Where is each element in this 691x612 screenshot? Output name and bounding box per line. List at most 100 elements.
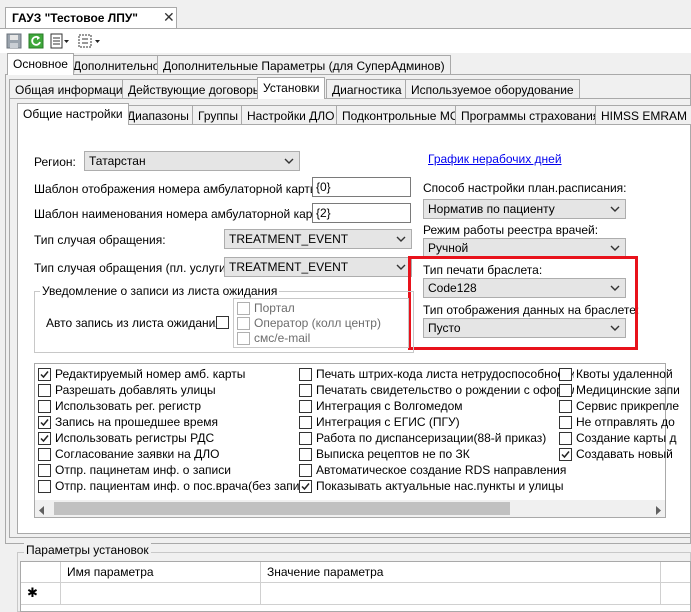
option-label: Сервис прикрепле	[576, 399, 680, 413]
option-checkbox[interactable]	[559, 416, 572, 429]
option-checkbox[interactable]	[559, 368, 572, 381]
region-select[interactable]: Татарстан	[84, 151, 300, 171]
registry-mode-value: Ручной	[428, 241, 469, 255]
row-header-cell	[21, 562, 61, 582]
tab-general-settings[interactable]: Общие настройки	[17, 103, 129, 125]
waitlist-auto-checkbox[interactable]	[216, 316, 229, 329]
scroll-left-icon[interactable]	[38, 504, 46, 518]
tab-ranges[interactable]: Диапазоны	[121, 105, 195, 125]
option-label: Согласование заявки на ДЛО	[55, 447, 220, 461]
option-checkbox[interactable]	[38, 464, 51, 477]
region-value: Татарстан	[89, 154, 146, 168]
document-tab-title: ГАУЗ "Тестовое ЛПУ"	[12, 11, 138, 25]
column-header-value[interactable]: Значение параметра	[261, 562, 661, 582]
new-row[interactable]: ✱	[21, 582, 690, 605]
option-label: Выписка рецептов не по ЗК	[316, 447, 470, 461]
tab-dlo-settings[interactable]: Настройки ДЛО	[241, 105, 341, 125]
option-label: Отпр. пацинетам инф. о записи	[55, 463, 231, 477]
tab-himss-emram[interactable]: HIMSS EMRAM	[595, 105, 691, 125]
option-checkbox[interactable]	[299, 464, 312, 477]
option-checkbox[interactable]	[299, 368, 312, 381]
refresh-icon[interactable]	[28, 33, 44, 49]
tab-insurance-programs[interactable]: Программы страхования	[455, 105, 606, 125]
option-checkbox[interactable]	[38, 480, 51, 493]
export-icon[interactable]	[78, 33, 102, 49]
schedule-method-value: Норматив по пациенту	[428, 202, 555, 216]
option-checkbox[interactable]	[299, 384, 312, 397]
option-label: Создавать новый	[576, 447, 673, 461]
registry-mode-label: Режим работы реестра врачей:	[423, 223, 599, 237]
tab-osnovnoe[interactable]: Основное	[7, 53, 74, 75]
option-label: Редактируемый номер амб. карты	[55, 367, 246, 381]
new-row-marker: ✱	[21, 582, 61, 604]
case-type-paid-select[interactable]: TREATMENT_EVENT	[224, 257, 412, 277]
option-checkbox[interactable]	[559, 384, 572, 397]
option-checkbox[interactable]	[38, 416, 51, 429]
case-type-paid-label: Тип случая обращения (пл. услуги):	[34, 261, 234, 275]
options-scrollbar[interactable]	[35, 500, 665, 517]
chevron-down-icon	[610, 245, 620, 251]
document-tab[interactable]: ГАУЗ "Тестовое ЛПУ" ✕	[5, 7, 177, 29]
case-type-label: Тип случая обращения:	[34, 233, 166, 247]
option-label: Использовать регистры РДС	[55, 431, 215, 445]
waitlist-operator-checkbox[interactable]	[237, 317, 250, 330]
option-checkbox[interactable]	[38, 400, 51, 413]
waitlist-sms-label: смс/e-mail	[254, 331, 311, 345]
card-number-template-label: Шаблон отображения номера амбулаторной к…	[34, 182, 322, 196]
option-label: Использовать рег. регистр	[55, 399, 202, 413]
card-name-template-label: Шаблон наименования номера амбулаторной …	[34, 207, 330, 221]
save-icon[interactable]	[6, 33, 22, 49]
option-checkbox[interactable]	[299, 448, 312, 461]
option-checkbox[interactable]	[559, 400, 572, 413]
option-checkbox[interactable]	[299, 400, 312, 413]
registry-mode-select[interactable]: Ручной	[423, 238, 626, 258]
schedule-method-select[interactable]: Норматив по пациенту	[423, 199, 626, 219]
case-type-select[interactable]: TREATMENT_EVENT	[224, 229, 412, 249]
tab-ustanovki[interactable]: Установки	[257, 77, 326, 99]
option-label: Квоты удаленной	[576, 367, 673, 381]
tab-equipment[interactable]: Используемое оборудование	[405, 79, 580, 99]
option-checkbox[interactable]	[299, 416, 312, 429]
option-label: Медицинские запи	[576, 383, 680, 397]
option-label: Интеграция с Волгомедом	[316, 399, 463, 413]
holidays-link[interactable]: График нерабочих дней	[428, 152, 562, 166]
option-label: Интеграция с ЕГИС (ПГУ)	[316, 415, 460, 429]
waitlist-sms-checkbox[interactable]	[237, 332, 250, 345]
option-checkbox[interactable]	[299, 480, 312, 493]
chevron-down-icon	[610, 206, 620, 212]
option-label: Печать штрих-кода листа нетрудоспособнос…	[316, 367, 574, 381]
option-checkbox[interactable]	[38, 432, 51, 445]
scroll-right-icon[interactable]	[654, 504, 662, 518]
scrollbar-thumb[interactable]	[54, 502, 510, 515]
option-checkbox[interactable]	[559, 432, 572, 445]
waitlist-auto-label: Авто запись из листа ожидания	[46, 316, 222, 330]
option-checkbox[interactable]	[38, 384, 51, 397]
option-label: Автоматическое создание RDS направления	[316, 463, 567, 477]
option-label: Отпр. пациентам инф. о пос.врача(без зап…	[55, 479, 305, 493]
card-number-template-input[interactable]: {0}	[312, 177, 411, 197]
card-name-template-input[interactable]: {2}	[312, 203, 411, 223]
tab-contracts[interactable]: Действующие договоры	[122, 79, 268, 99]
new-row-value-cell[interactable]	[261, 582, 661, 604]
print-icon[interactable]	[50, 33, 70, 49]
new-row-name-cell[interactable]	[61, 582, 261, 604]
tab-general-info[interactable]: Общая информация	[9, 79, 136, 99]
tab-groups[interactable]: Группы	[192, 105, 244, 125]
option-label: Разрешать добавлять улицы	[55, 383, 216, 397]
close-icon[interactable]: ✕	[163, 9, 175, 26]
tab-diagnostics[interactable]: Диагностика	[326, 79, 408, 99]
option-checkbox[interactable]	[38, 368, 51, 381]
option-checkbox[interactable]	[38, 448, 51, 461]
tab-subordinate-mo[interactable]: Подконтрольные МО	[336, 105, 466, 125]
option-label: Печатать свидетельство о рождении с офор…	[316, 383, 574, 397]
option-checkbox[interactable]	[299, 432, 312, 445]
option-label: Запись на прошедшее время	[55, 415, 219, 429]
tab-superadmin-params[interactable]: Дополнительные Параметры (для СуперАдмин…	[157, 55, 451, 75]
waitlist-portal-checkbox[interactable]	[237, 302, 250, 315]
column-header-name[interactable]: Имя параметра	[61, 562, 261, 582]
tab-dopolnitelno[interactable]: Дополнительно	[67, 55, 166, 75]
option-checkbox[interactable]	[559, 448, 572, 461]
waitlist-operator-label: Оператор (колл центр)	[254, 316, 381, 330]
chevron-down-icon	[396, 264, 406, 270]
schedule-method-label: Способ настройки план.расписания:	[423, 181, 627, 195]
